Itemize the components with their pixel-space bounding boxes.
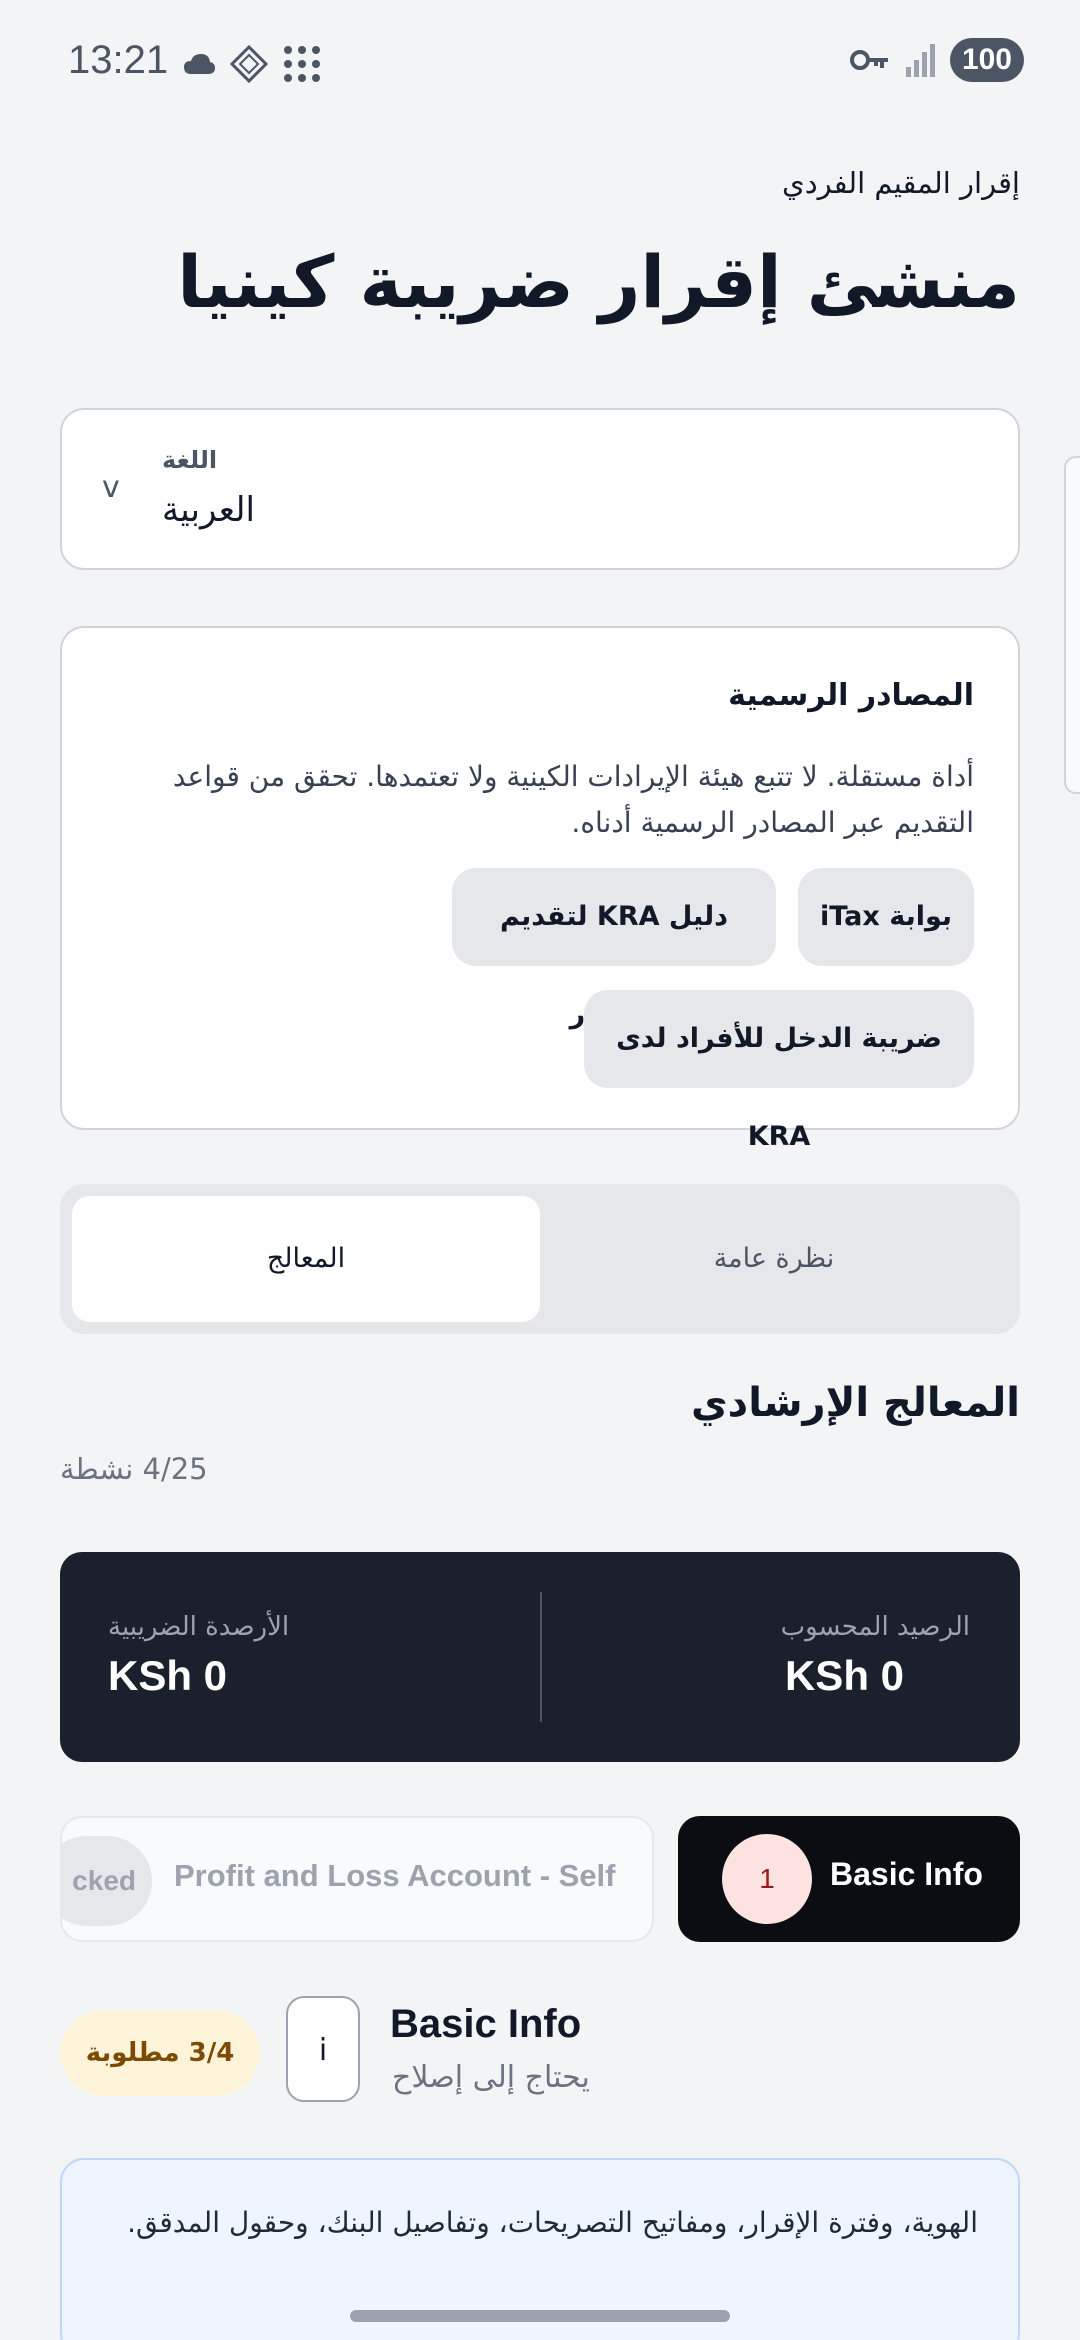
balance-summary-card: الرصيد المحسوب KSh 0 الأرصدة الضريبية KS… xyxy=(60,1552,1020,1762)
tax-credits-label: الأرصدة الضريبية xyxy=(108,1612,290,1642)
language-value: العربية xyxy=(162,490,255,530)
official-sources-card: المصادر الرسمية أداة مستقلة. لا تتبع هيئ… xyxy=(60,626,1020,1152)
key-icon xyxy=(849,50,888,70)
kra-individual-income-tax-link[interactable]: ضريبة الدخل للأفراد لدى KRA xyxy=(584,990,974,1152)
home-indicator[interactable] xyxy=(350,2310,730,2322)
section-title: Basic Info xyxy=(390,2002,582,2046)
kra-filing-guide-link[interactable]: دليل KRA لتقديم الإقرار xyxy=(452,868,776,1030)
cloud-icon xyxy=(184,54,215,74)
status-time: 13:21 xyxy=(68,38,169,82)
step-status-badge: cked xyxy=(62,1836,152,1926)
dots-grid-icon xyxy=(284,46,320,82)
tab-wizard[interactable]: المعالج xyxy=(72,1196,540,1322)
tax-credits-value: KSh 0 xyxy=(108,1652,228,1699)
info-icon: i xyxy=(286,1996,360,2102)
language-label: اللغة xyxy=(162,446,218,474)
status-bar: 13:21 100 xyxy=(0,0,1080,126)
side-panel-handle[interactable] xyxy=(1064,456,1080,794)
battery-icon: 100 xyxy=(949,38,1024,82)
active-steps-count: 4/25 نشطة xyxy=(60,1452,208,1486)
page-subtitle: إقرار المقيم الفردي xyxy=(782,166,1020,200)
required-fields-badge: 3/4 مطلوبة xyxy=(60,2010,260,2096)
step-label: Basic Info xyxy=(830,1856,983,1892)
step-number: 1 xyxy=(722,1834,812,1924)
signal-icon xyxy=(905,44,935,77)
step-label: Profit and Loss Account - Self xyxy=(174,1858,616,1893)
section-status: يحتاج إلى إصلاح xyxy=(392,2060,590,2095)
computed-balance-value: KSh 0 xyxy=(784,1652,904,1699)
step-basic-info[interactable]: 1 Basic Info xyxy=(678,1816,1020,1942)
step-profit-and-loss[interactable]: cked Profit and Loss Account - Self xyxy=(60,1816,654,1942)
language-select[interactable]: اللغة العربية v xyxy=(60,408,1020,570)
divider xyxy=(540,1592,542,1722)
tab-overview[interactable]: نظرة عامة xyxy=(540,1196,1008,1322)
chevron-down-icon: v xyxy=(102,470,120,505)
itax-portal-link[interactable]: بوابة iTax xyxy=(798,868,974,966)
sources-disclaimer: أداة مستقلة. لا تتبع هيئة الإيرادات الكي… xyxy=(172,760,974,839)
page-title: منشئ إقرار ضريبة كينيا xyxy=(177,240,1020,324)
section-description: الهوية، وفترة الإقرار، ومفاتيح التصريحات… xyxy=(127,2206,978,2239)
computed-balance-label: الرصيد المحسوب xyxy=(780,1612,970,1642)
view-tabs: نظرة عامة المعالج xyxy=(60,1184,1020,1334)
diamond-grid-icon xyxy=(230,45,268,83)
sources-title: المصادر الرسمية xyxy=(728,678,974,713)
wizard-title: المعالج الإرشادي xyxy=(691,1380,1020,1426)
